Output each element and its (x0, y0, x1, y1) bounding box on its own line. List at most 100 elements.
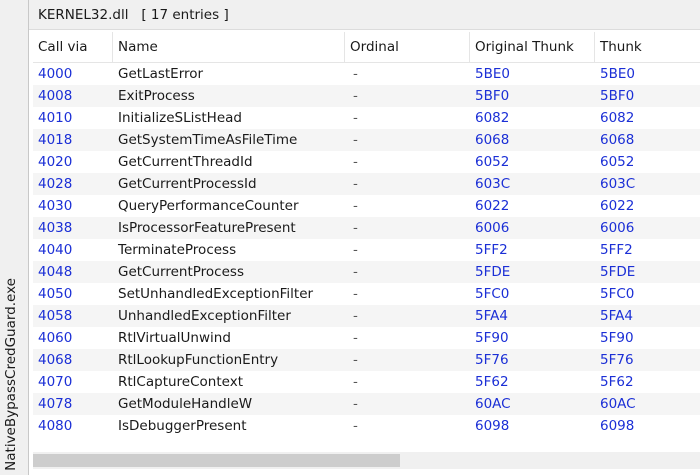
cell-thunk: 603C (600, 176, 636, 192)
cell-name: GetCurrentThreadId (118, 154, 253, 170)
cell-name: RtlCaptureContext (118, 374, 243, 390)
cell-thunk: 5F62 (600, 374, 634, 390)
horizontal-scrollbar-thumb[interactable] (33, 454, 400, 467)
cell-thunk: 5FDE (600, 264, 636, 280)
table-row[interactable]: 4060 RtlVirtualUnwind - 5F90 5F90 (33, 327, 700, 349)
cell-name: GetCurrentProcessId (118, 176, 257, 192)
cell-name: InitializeSListHead (118, 110, 242, 126)
panel-title: KERNEL32.dll [ 17 entries ] (38, 7, 229, 23)
cell-ordinal: - (353, 110, 358, 126)
table-row[interactable]: 4050 SetUnhandledExceptionFilter - 5FC0 5FC0 (33, 283, 700, 305)
cell-call-via: 4060 (38, 330, 73, 346)
cell-name: ExitProcess (118, 88, 195, 104)
cell-original-thunk: 6082 (475, 110, 510, 126)
cell-ordinal: - (353, 286, 358, 302)
side-tab-executable[interactable]: NativeBypassCredGuard.exe (0, 0, 29, 475)
cell-thunk: 6098 (600, 418, 635, 434)
cell-thunk: 6022 (600, 198, 635, 214)
cell-thunk: 6082 (600, 110, 635, 126)
table-row[interactable]: 4038 IsProcessorFeaturePresent - 6006 6006 (33, 217, 700, 239)
cell-name: SetUnhandledExceptionFilter (118, 286, 314, 302)
cell-name: RtlVirtualUnwind (118, 330, 231, 346)
cell-original-thunk: 6022 (475, 198, 510, 214)
cell-thunk: 5FF2 (600, 242, 633, 258)
cell-ordinal: - (353, 220, 358, 236)
cell-call-via: 4078 (38, 396, 73, 412)
cell-original-thunk: 5F62 (475, 374, 509, 390)
cell-thunk: 5BE0 (600, 66, 635, 82)
cell-thunk: 6068 (600, 132, 635, 148)
cell-original-thunk: 6052 (475, 154, 510, 170)
cell-call-via: 4028 (38, 176, 73, 192)
cell-thunk: 6052 (600, 154, 635, 170)
table-row[interactable]: 4010 InitializeSListHead - 6082 6082 (33, 107, 700, 129)
cell-thunk: 5F76 (600, 352, 634, 368)
cell-name: IsProcessorFeaturePresent (118, 220, 296, 236)
table-row[interactable]: 4078 GetModuleHandleW - 60AC 60AC (33, 393, 700, 415)
cell-thunk: 6006 (600, 220, 635, 236)
cell-ordinal: - (353, 242, 358, 258)
cell-original-thunk: 60AC (475, 396, 511, 412)
table-row[interactable]: 4030 QueryPerformanceCounter - 6022 6022 (33, 195, 700, 217)
cell-original-thunk: 5FC0 (475, 286, 510, 302)
cell-original-thunk: 6098 (475, 418, 510, 434)
cell-call-via: 4008 (38, 88, 73, 104)
table-body: 4000 GetLastError - 5BE0 5BE0 4008 ExitProcess… (33, 63, 700, 437)
cell-thunk: 5FA4 (600, 308, 633, 324)
column-header-name[interactable]: Name (113, 32, 345, 62)
imports-panel: KERNEL32.dll [ 17 entries ] Call via Nam… (29, 0, 700, 475)
cell-call-via: 4010 (38, 110, 73, 126)
cell-call-via: 4050 (38, 286, 73, 302)
table-row[interactable]: 4068 RtlLookupFunctionEntry - 5F76 5F76 (33, 349, 700, 371)
cell-thunk: 60AC (600, 396, 636, 412)
cell-name: QueryPerformanceCounter (118, 198, 299, 214)
column-header-ordinal[interactable]: Ordinal (345, 32, 470, 62)
cell-name: TerminateProcess (118, 242, 237, 258)
cell-name: GetLastError (118, 66, 204, 82)
horizontal-scrollbar[interactable] (33, 452, 700, 469)
cell-name: GetModuleHandleW (118, 396, 253, 412)
table-row[interactable]: 4000 GetLastError - 5BE0 5BE0 (33, 63, 700, 85)
cell-call-via: 4038 (38, 220, 73, 236)
cell-name: GetCurrentProcess (118, 264, 244, 280)
cell-call-via: 4070 (38, 374, 73, 390)
cell-original-thunk: 603C (475, 176, 511, 192)
table-row[interactable]: 4080 IsDebuggerPresent - 6098 6098 (33, 415, 700, 437)
column-header-original-thunk[interactable]: Original Thunk (470, 32, 595, 62)
table-row[interactable]: 4028 GetCurrentProcessId - 603C 603C (33, 173, 700, 195)
cell-call-via: 4030 (38, 198, 73, 214)
cell-call-via: 4018 (38, 132, 73, 148)
table-row[interactable]: 4040 TerminateProcess - 5FF2 5FF2 (33, 239, 700, 261)
cell-original-thunk: 5F90 (475, 330, 509, 346)
cell-call-via: 4040 (38, 242, 73, 258)
cell-ordinal: - (353, 396, 358, 412)
cell-thunk: 5FC0 (600, 286, 635, 302)
table-row[interactable]: 4070 RtlCaptureContext - 5F62 5F62 (33, 371, 700, 393)
table-row[interactable]: 4058 UnhandledExceptionFilter - 5FA4 5FA4 (33, 305, 700, 327)
cell-ordinal: - (353, 154, 358, 170)
table-row[interactable]: 4008 ExitProcess - 5BF0 5BF0 (33, 85, 700, 107)
table-row[interactable]: 4020 GetCurrentThreadId - 6052 6052 (33, 151, 700, 173)
table-row[interactable]: 4048 GetCurrentProcess - 5FDE 5FDE (33, 261, 700, 283)
cell-ordinal: - (353, 418, 358, 434)
cell-name: RtlLookupFunctionEntry (118, 352, 279, 368)
cell-call-via: 4048 (38, 264, 73, 280)
cell-ordinal: - (353, 264, 358, 280)
cell-original-thunk: 6068 (475, 132, 510, 148)
cell-original-thunk: 5BF0 (475, 88, 510, 104)
cell-original-thunk: 5F76 (475, 352, 509, 368)
cell-ordinal: - (353, 308, 358, 324)
cell-original-thunk: 5FDE (475, 264, 511, 280)
cell-name: GetSystemTimeAsFileTime (118, 132, 298, 148)
cell-ordinal: - (353, 176, 358, 192)
imports-table[interactable]: Call via Name Ordinal Original Thunk Thu… (33, 32, 700, 452)
cell-ordinal: - (353, 198, 358, 214)
cell-name: IsDebuggerPresent (118, 418, 247, 434)
column-header-call-via[interactable]: Call via (33, 32, 113, 62)
cell-ordinal: - (353, 88, 358, 104)
cell-ordinal: - (353, 66, 358, 82)
cell-ordinal: - (353, 330, 358, 346)
cell-call-via: 4020 (38, 154, 73, 170)
column-header-thunk[interactable]: Thunk (595, 32, 700, 62)
table-row[interactable]: 4018 GetSystemTimeAsFileTime - 6068 6068 (33, 129, 700, 151)
